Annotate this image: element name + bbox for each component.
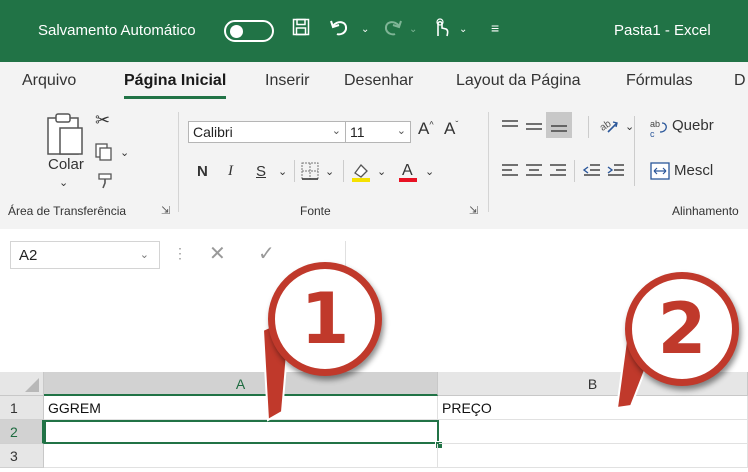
callout-badge-2: 2 [625,272,739,386]
callout-badge-1: 1 [268,262,382,376]
callout-arrows [261,316,658,422]
